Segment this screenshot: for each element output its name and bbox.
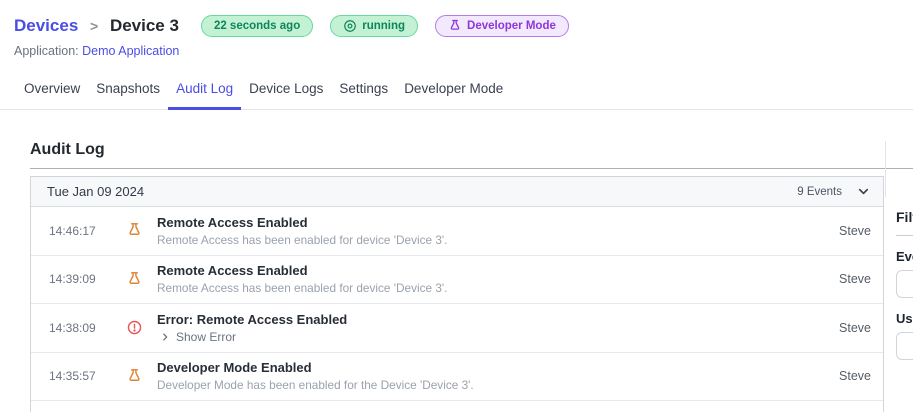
filter-events-input[interactable] (896, 270, 913, 298)
page-header: Devices > Device 3 22 seconds ago runnin… (0, 0, 913, 58)
event-user: Steve (839, 320, 871, 335)
audit-row-error: 14:38:09 Error: Remote Access Enabled Sh… (31, 304, 883, 353)
filter-user-input[interactable] (896, 332, 913, 360)
event-time: 14:38:09 (49, 320, 96, 335)
error-icon (126, 319, 144, 336)
flask-icon (126, 368, 144, 385)
audit-log-table: Tue Jan 09 2024 9 Events 14:46:17 Remote… (30, 176, 884, 412)
chevron-right-icon (163, 333, 168, 341)
status-badges: 22 seconds ago running Developer Mode (200, 15, 569, 37)
content-area: Audit Log Tue Jan 09 2024 9 Events 14:46… (0, 141, 913, 412)
tab-developer-mode[interactable]: Developer Mode (396, 71, 511, 110)
audit-row: 14:35:30 Developer Mode Disabled Steve (31, 401, 883, 412)
tab-audit-log[interactable]: Audit Log (168, 71, 242, 110)
running-status-badge: running (330, 15, 419, 37)
tab-settings[interactable]: Settings (331, 71, 396, 110)
date-group-header[interactable]: Tue Jan 09 2024 9 Events (31, 177, 883, 207)
sidebar-divider (885, 141, 886, 197)
page-title: Device 3 (109, 16, 179, 35)
filter-user-label: User (896, 311, 913, 326)
tab-device-logs[interactable]: Device Logs (241, 71, 331, 110)
application-line: Application: Demo Application (14, 44, 913, 58)
date-label: Tue Jan 09 2024 (47, 184, 145, 199)
flask-icon (450, 19, 460, 30)
filter-panel: Filter Events User (896, 209, 913, 360)
breadcrumb-devices-link[interactable]: Devices (14, 16, 78, 35)
audit-row: 14:35:57 Developer Mode Enabled Develope… (31, 353, 883, 401)
running-status-label: running (362, 20, 406, 32)
filter-divider (896, 235, 913, 236)
event-description: Remote Access has been enabled for devic… (157, 281, 448, 296)
event-count: 9 Events (797, 185, 842, 198)
tab-bar: Overview Snapshots Audit Log Device Logs… (0, 71, 913, 110)
breadcrumb-separator: > (90, 18, 99, 34)
chevron-down-icon[interactable] (856, 184, 871, 199)
target-icon (344, 20, 357, 32)
developer-mode-badge: Developer Mode (435, 15, 569, 37)
section-divider (30, 168, 913, 169)
show-error-link[interactable]: Show Error (160, 330, 347, 344)
flask-icon (126, 271, 144, 288)
tab-overview[interactable]: Overview (16, 71, 88, 110)
event-time: 14:46:17 (49, 223, 96, 238)
breadcrumb: Devices > Device 3 (14, 16, 179, 36)
audit-row: 14:46:17 Remote Access Enabled Remote Ac… (31, 207, 883, 256)
event-user: Steve (839, 223, 871, 238)
event-time: 14:39:09 (49, 272, 96, 287)
section-title: Audit Log (30, 141, 105, 158)
event-description: Remote Access has been enabled for devic… (157, 232, 448, 247)
filter-events-label: Events (896, 249, 913, 264)
event-title: Remote Access Enabled (157, 263, 308, 279)
event-title: Remote Access Enabled (157, 214, 308, 230)
event-title: Developer Mode Enabled (157, 360, 312, 376)
device-audit-log-page: Devices > Device 3 22 seconds ago runnin… (0, 0, 913, 412)
filter-title: Filter (896, 209, 913, 225)
event-title: Error: Remote Access Enabled (157, 311, 348, 327)
audit-row: 14:39:09 Remote Access Enabled Remote Ac… (31, 256, 883, 304)
last-seen-label: 22 seconds ago (213, 20, 301, 32)
last-seen-badge: 22 seconds ago (200, 15, 314, 37)
event-description: Developer Mode has been enabled for the … (157, 378, 474, 393)
audit-log-section: Audit Log Tue Jan 09 2024 9 Events 14:46… (30, 141, 913, 412)
event-user: Steve (839, 272, 871, 287)
developer-mode-label: Developer Mode (467, 20, 556, 32)
flask-icon (126, 222, 144, 239)
application-link[interactable]: Demo Application (82, 44, 179, 58)
application-label: Application: (14, 44, 79, 58)
event-user: Steve (839, 369, 871, 384)
event-time: 14:35:57 (49, 369, 96, 384)
show-error-label: Show Error (176, 329, 237, 344)
tab-snapshots[interactable]: Snapshots (88, 71, 168, 110)
